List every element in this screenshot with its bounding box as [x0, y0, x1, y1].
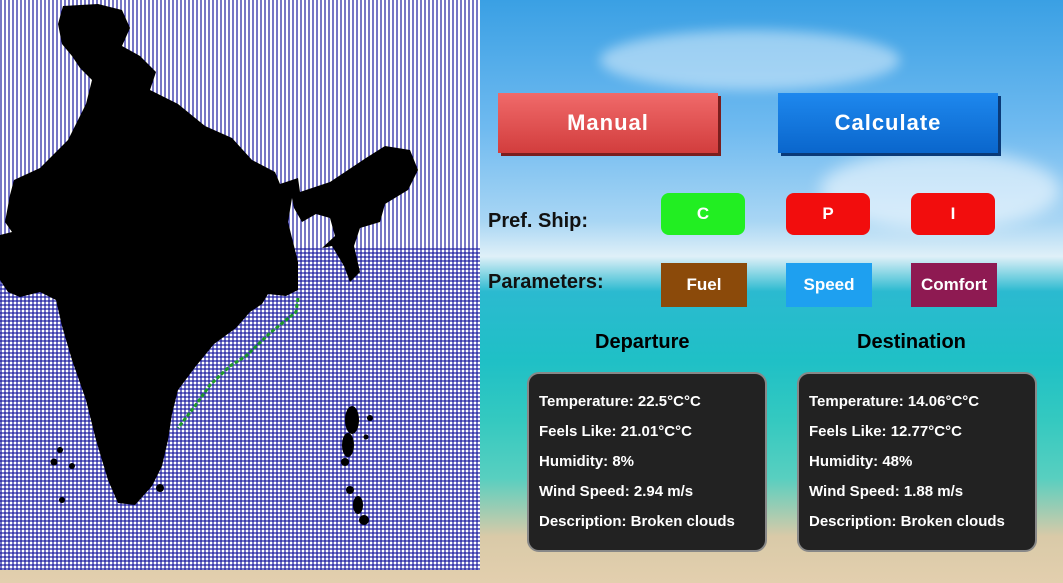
destination-weather-card: Temperature: 14.06°C°C Feels Like: 12.77…	[797, 372, 1037, 552]
departure-description: Description: Broken clouds	[539, 513, 735, 530]
parameters-label: Parameters:	[488, 271, 604, 293]
manual-button[interactable]: Manual	[498, 93, 718, 153]
destination-humidity: Humidity: 48%	[809, 453, 913, 470]
comfort-button[interactable]: Comfort	[911, 263, 997, 307]
pref-ship-p-button[interactable]: P	[786, 193, 870, 235]
departure-temperature: Temperature: 22.5°C°C	[539, 393, 701, 410]
departure-title: Departure	[595, 331, 690, 353]
departure-humidity: Humidity: 8%	[539, 453, 635, 470]
cloud	[600, 30, 900, 90]
departure-feels-like: Feels Like: 21.01°C°C	[539, 423, 692, 440]
destination-wind-speed: Wind Speed: 1.88 m/s	[809, 483, 964, 500]
destination-feels-like: Feels Like: 12.77°C°C	[809, 423, 962, 440]
destination-temperature: Temperature: 14.06°C°C	[809, 393, 980, 410]
speed-button[interactable]: Speed	[786, 263, 872, 307]
destination-title: Destination	[857, 331, 966, 353]
pref-ship-c-button[interactable]: C	[661, 193, 745, 235]
pref-ship-label: Pref. Ship:	[488, 210, 589, 232]
pref-ship-i-button[interactable]: I	[911, 193, 995, 235]
departure-weather-card: Temperature: 22.5°C°C Feels Like: 21.01°…	[527, 372, 767, 552]
destination-description: Description: Broken clouds	[809, 513, 1005, 530]
departure-wind-speed: Wind Speed: 2.94 m/s	[539, 483, 694, 500]
calculate-button[interactable]: Calculate	[778, 93, 998, 153]
fuel-button[interactable]: Fuel	[661, 263, 747, 307]
route-map[interactable]	[0, 0, 480, 570]
